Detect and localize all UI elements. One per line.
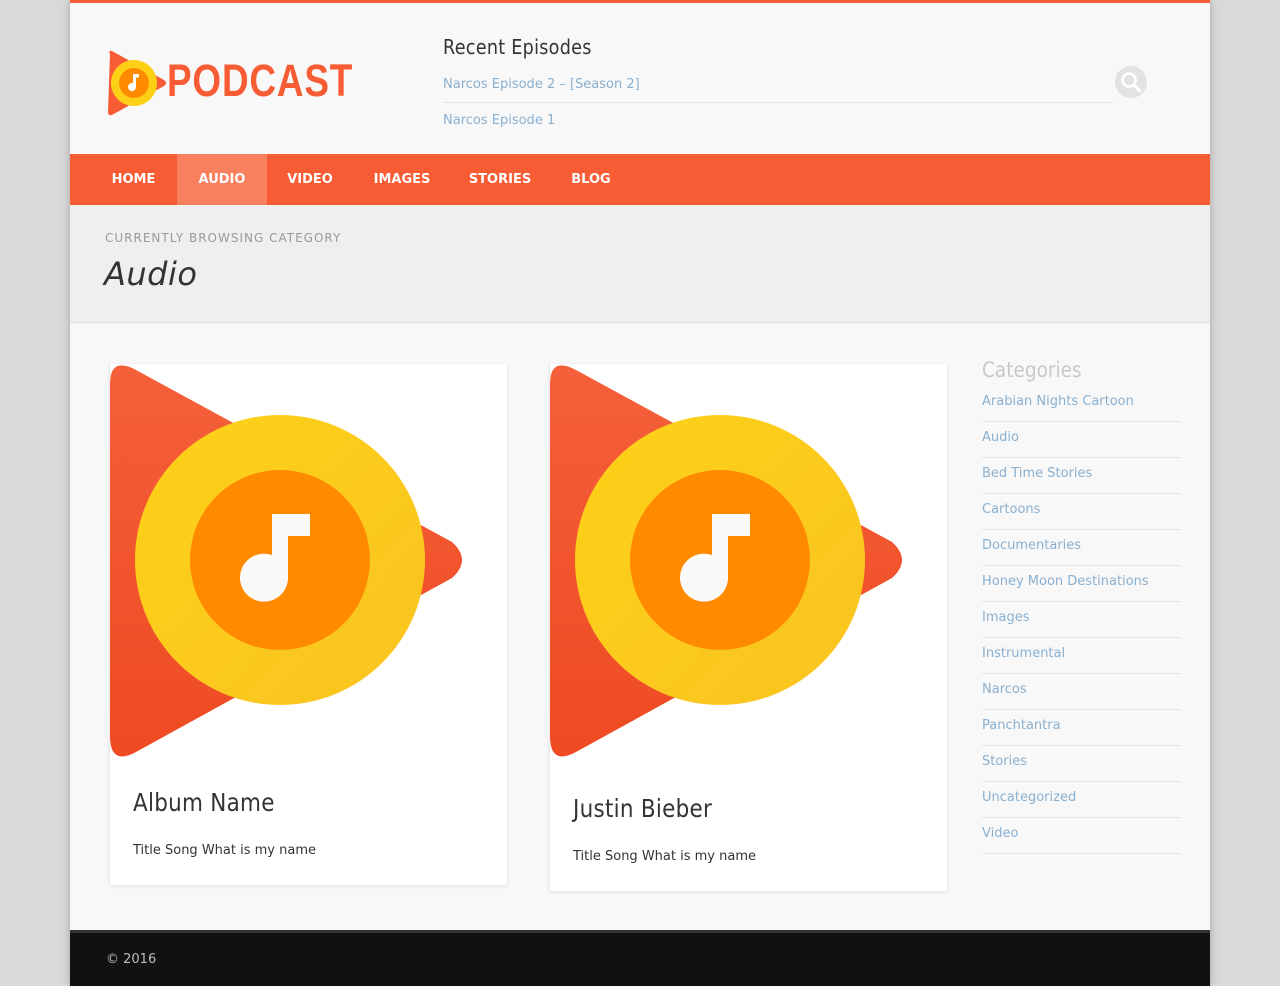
post-excerpt: Title Song What is my name xyxy=(573,849,756,864)
nav-item-audio[interactable]: AUDIO xyxy=(177,154,267,205)
main-nav: HOME AUDIO VIDEO IMAGES STORIES BLOG xyxy=(70,154,1210,205)
browsing-label: CURRENTLY BROWSING CATEGORY xyxy=(105,231,342,245)
category-link[interactable]: Audio xyxy=(982,422,1181,458)
page: PODCAST Recent Episodes Narcos Episode 2… xyxy=(70,0,1210,986)
category-header: CURRENTLY BROWSING CATEGORY Audio xyxy=(70,205,1210,323)
sidebar-categories: Categories Arabian Nights Cartoon Audio … xyxy=(982,355,1181,854)
post-title[interactable]: Justin Bieber xyxy=(573,794,712,823)
nav-item-images[interactable]: IMAGES xyxy=(366,154,438,205)
site-header: PODCAST Recent Episodes Narcos Episode 2… xyxy=(70,0,1210,154)
play-music-icon xyxy=(110,365,462,757)
nav-item-stories[interactable]: STORIES xyxy=(464,154,536,205)
category-link[interactable]: Narcos xyxy=(982,674,1181,710)
category-link[interactable]: Bed Time Stories xyxy=(982,458,1181,494)
page-title: Audio xyxy=(104,255,198,293)
category-link[interactable]: Honey Moon Destinations xyxy=(982,566,1181,602)
post-card[interactable]: Justin Bieber Title Song What is my name xyxy=(550,364,947,891)
play-music-logo-icon xyxy=(108,50,166,116)
copyright-text: © 2016 xyxy=(106,952,157,967)
recent-episode-link[interactable]: Narcos Episode 1 xyxy=(443,103,1113,138)
category-link[interactable]: Panchtantra xyxy=(982,710,1181,746)
category-link[interactable]: Instrumental xyxy=(982,638,1181,674)
category-link[interactable]: Images xyxy=(982,602,1181,638)
site-footer: © 2016 xyxy=(70,930,1210,986)
logo-text: PODCAST xyxy=(167,55,354,106)
play-music-icon xyxy=(550,365,902,757)
category-link[interactable]: Uncategorized xyxy=(982,782,1181,818)
category-link[interactable]: Cartoons xyxy=(982,494,1181,530)
category-link[interactable]: Video xyxy=(982,818,1181,854)
nav-item-blog[interactable]: BLOG xyxy=(563,154,619,205)
category-link[interactable]: Stories xyxy=(982,746,1181,782)
post-excerpt: Title Song What is my name xyxy=(133,843,316,858)
site-logo[interactable]: PODCAST xyxy=(106,48,352,118)
post-title[interactable]: Album Name xyxy=(133,788,275,817)
nav-item-home[interactable]: HOME xyxy=(103,154,164,205)
nav-item-video[interactable]: VIDEO xyxy=(280,154,340,205)
search-icon xyxy=(1121,72,1142,93)
recent-episodes: Recent Episodes Narcos Episode 2 – [Seas… xyxy=(443,33,1113,138)
sidebar-title: Categories xyxy=(982,358,1082,382)
search-button[interactable] xyxy=(1115,66,1147,98)
category-link[interactable]: Arabian Nights Cartoon xyxy=(982,386,1181,422)
post-card[interactable]: Album Name Title Song What is my name xyxy=(110,364,507,885)
recent-episode-link[interactable]: Narcos Episode 2 – [Season 2] xyxy=(443,67,1113,103)
category-link[interactable]: Documentaries xyxy=(982,530,1181,566)
recent-episodes-title: Recent Episodes xyxy=(443,35,592,59)
